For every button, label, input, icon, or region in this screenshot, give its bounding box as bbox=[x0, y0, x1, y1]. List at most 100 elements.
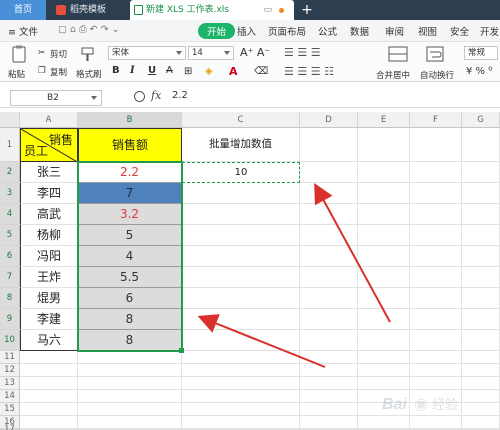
grid-cell[interactable] bbox=[462, 128, 500, 162]
grid-cell[interactable] bbox=[20, 390, 78, 403]
underline-button[interactable]: U bbox=[148, 65, 156, 76]
column-header-f[interactable]: F bbox=[410, 112, 462, 128]
font-size-select[interactable]: 14 bbox=[188, 46, 234, 60]
sales-value-cell[interactable]: 6 bbox=[78, 288, 182, 309]
grid-cell[interactable] bbox=[300, 128, 358, 162]
sales-value-cell[interactable]: 5.5 bbox=[78, 267, 182, 288]
sales-value-cell[interactable]: 2.2 bbox=[78, 162, 182, 183]
grid-cell[interactable] bbox=[462, 288, 500, 309]
grid-cell[interactable] bbox=[358, 162, 410, 183]
align-horizontal-icons[interactable]: ☰ ☰ ☰ ☷ bbox=[284, 65, 334, 78]
number-format-select[interactable]: 常规 bbox=[464, 46, 498, 60]
grid-cell[interactable] bbox=[78, 351, 182, 364]
grid-cell[interactable] bbox=[462, 162, 500, 183]
grid-cell[interactable] bbox=[182, 403, 300, 416]
clear-format-icon[interactable]: ⌫ bbox=[254, 66, 268, 77]
search-icon[interactable] bbox=[134, 91, 145, 102]
row-header-14[interactable]: 14 bbox=[0, 390, 20, 403]
grid-cell[interactable] bbox=[410, 267, 462, 288]
grid-cell[interactable] bbox=[300, 351, 358, 364]
grid-cell[interactable] bbox=[358, 330, 410, 351]
spreadsheet-grid[interactable]: ABCDEFG1234567891011121314151617销售员工销售额批… bbox=[0, 112, 500, 430]
grid-cell[interactable] bbox=[410, 351, 462, 364]
copy-button[interactable]: 复制 bbox=[50, 66, 67, 78]
border-icon[interactable]: ⊞ bbox=[184, 66, 192, 77]
grid-cell[interactable] bbox=[358, 364, 410, 377]
row-header-1[interactable]: 1 bbox=[0, 128, 20, 162]
grid-cell[interactable] bbox=[462, 330, 500, 351]
paste-icon[interactable] bbox=[10, 45, 28, 63]
grid-cell[interactable] bbox=[300, 330, 358, 351]
grid-cell[interactable] bbox=[358, 267, 410, 288]
employee-name-cell[interactable]: 高武 bbox=[20, 204, 78, 225]
grid-cell[interactable] bbox=[410, 183, 462, 204]
grid-cell[interactable] bbox=[300, 267, 358, 288]
row-header-7[interactable]: 7 bbox=[0, 267, 20, 288]
grid-cell[interactable] bbox=[182, 390, 300, 403]
formula-input[interactable]: 2.2 bbox=[172, 90, 188, 101]
row-header-10[interactable]: 10 bbox=[0, 330, 20, 351]
column-header-c[interactable]: C bbox=[182, 112, 300, 128]
grid-cell[interactable] bbox=[182, 377, 300, 390]
grid-cell[interactable] bbox=[182, 204, 300, 225]
grid-cell[interactable] bbox=[358, 377, 410, 390]
grid-cell[interactable] bbox=[410, 288, 462, 309]
grid-cell[interactable] bbox=[300, 309, 358, 330]
align-top-icons[interactable]: ☰ ☰ ☰ bbox=[284, 46, 321, 59]
grid-cell[interactable] bbox=[462, 351, 500, 364]
menu-developer[interactable]: 开发 bbox=[480, 24, 499, 38]
column-header-g[interactable]: G bbox=[462, 112, 500, 128]
grid-cell[interactable] bbox=[182, 246, 300, 267]
menu-view[interactable]: 视图 bbox=[418, 24, 437, 38]
menu-home[interactable]: 开始 bbox=[198, 23, 236, 39]
row-header-2[interactable]: 2 bbox=[0, 162, 20, 183]
column-header-e[interactable]: E bbox=[358, 112, 410, 128]
column-header-d[interactable]: D bbox=[300, 112, 358, 128]
grid-cell[interactable] bbox=[358, 128, 410, 162]
grid-cell[interactable] bbox=[20, 351, 78, 364]
grid-cell[interactable] bbox=[410, 416, 462, 429]
grid-cell[interactable] bbox=[182, 225, 300, 246]
grid-cell[interactable] bbox=[300, 183, 358, 204]
grid-cell[interactable] bbox=[182, 183, 300, 204]
tab-home[interactable]: 首页 bbox=[0, 0, 46, 20]
row-header-8[interactable]: 8 bbox=[0, 288, 20, 309]
tab-current-file[interactable]: 新建 XLS 工作表.xls ▭ bbox=[130, 0, 294, 20]
row-header-5[interactable]: 5 bbox=[0, 225, 20, 246]
merge-center-icon[interactable] bbox=[388, 46, 408, 62]
grid-cell[interactable] bbox=[300, 204, 358, 225]
employee-name-cell[interactable]: 张三 bbox=[20, 162, 78, 183]
font-grow-icon[interactable]: A⁺ A⁻ bbox=[240, 46, 270, 59]
grid-cell[interactable] bbox=[182, 351, 300, 364]
menu-formulas[interactable]: 公式 bbox=[318, 24, 337, 38]
employee-name-cell[interactable]: 杨柳 bbox=[20, 225, 78, 246]
grid-cell[interactable] bbox=[462, 309, 500, 330]
grid-cell[interactable] bbox=[300, 288, 358, 309]
menu-insert[interactable]: 插入 bbox=[237, 24, 256, 38]
column-header-b[interactable]: B bbox=[78, 112, 182, 128]
employee-name-cell[interactable]: 焜男 bbox=[20, 288, 78, 309]
paste-label[interactable]: 粘贴 bbox=[8, 68, 25, 80]
batch-header-cell[interactable]: 批量增加数值 bbox=[182, 128, 300, 162]
fx-button[interactable]: fx bbox=[151, 89, 161, 102]
grid-cell[interactable] bbox=[20, 416, 78, 429]
column-header-a[interactable]: A bbox=[20, 112, 78, 128]
grid-cell[interactable] bbox=[410, 364, 462, 377]
grid-cell[interactable] bbox=[182, 416, 300, 429]
font-name-select[interactable]: 宋体 bbox=[108, 46, 186, 60]
grid-cell[interactable] bbox=[462, 416, 500, 429]
menu-data[interactable]: 数据 bbox=[350, 24, 369, 38]
row-header-15[interactable]: 15 bbox=[0, 403, 20, 416]
merge-center-label[interactable]: 合并居中 bbox=[376, 69, 410, 81]
employee-name-cell[interactable]: 李建 bbox=[20, 309, 78, 330]
batch-value-cell[interactable]: 10 bbox=[182, 162, 300, 183]
fill-color-icon[interactable]: ◈ bbox=[205, 66, 213, 77]
grid-cell[interactable] bbox=[182, 364, 300, 377]
row-header-3[interactable]: 3 bbox=[0, 183, 20, 204]
grid-cell[interactable] bbox=[410, 330, 462, 351]
grid-cell[interactable] bbox=[462, 246, 500, 267]
sales-value-cell[interactable]: 3.2 bbox=[78, 204, 182, 225]
italic-button[interactable]: I bbox=[130, 65, 135, 76]
row-header-12[interactable]: 12 bbox=[0, 364, 20, 377]
grid-cell[interactable] bbox=[462, 377, 500, 390]
